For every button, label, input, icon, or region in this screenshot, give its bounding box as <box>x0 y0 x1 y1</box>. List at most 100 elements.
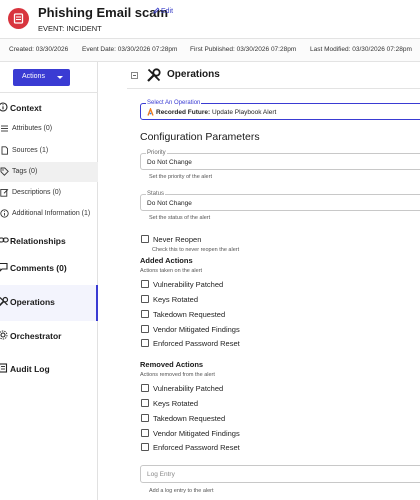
sidebar-section-comments[interactable]: Comments (0) <box>0 262 98 276</box>
checkbox[interactable] <box>141 414 149 422</box>
incident-header: Phishing Email scam Edit EVENT: INCIDENT <box>0 0 420 38</box>
checkbox-label: Enforced Password Reset <box>153 339 240 348</box>
sidebar-item-label: Attributes (0) <box>12 125 53 132</box>
checkbox-label: Vulnerability Patched <box>153 384 224 393</box>
checkbox-label: Takedown Requested <box>153 310 226 319</box>
log-icon <box>0 363 8 373</box>
page-title: Phishing Email scam <box>38 5 169 20</box>
config-title: Configuration Parameters <box>140 131 260 143</box>
added-action-checkbox[interactable]: Takedown Requested <box>140 309 400 321</box>
field-value: Recorded Future: Update Playbook Alert <box>156 109 276 116</box>
priority-hint: Set the priority of the alert <box>149 174 212 180</box>
sidebar-section-relationships[interactable]: Relationships <box>0 235 98 249</box>
checkbox[interactable] <box>141 310 149 318</box>
checkbox[interactable] <box>141 339 149 347</box>
field-label: Status <box>146 191 166 198</box>
removed-action-checkbox[interactable]: Keys Rotated <box>140 398 400 410</box>
incident-icon <box>8 8 29 29</box>
checkbox[interactable] <box>141 429 149 437</box>
removed-action-checkbox[interactable]: Takedown Requested <box>140 413 400 425</box>
field-placeholder: Log Entry <box>147 471 175 478</box>
operations-panel: Operations Select An Operation Recorded … <box>99 62 420 500</box>
sidebar-section-label: Orchestrator <box>10 331 62 341</box>
tag-icon <box>0 167 9 176</box>
added-actions-hint: Actions taken on the alert <box>140 268 203 274</box>
chevron-down-icon <box>57 76 63 79</box>
edit-icon <box>0 188 9 197</box>
removed-action-checkbox[interactable]: Enforced Password Reset <box>140 442 400 454</box>
tools-icon <box>147 68 161 82</box>
checkbox[interactable] <box>141 399 149 407</box>
field-label: Priority <box>146 150 167 157</box>
sidebar-section-label: Context <box>10 103 42 113</box>
checkbox[interactable] <box>141 280 149 288</box>
sidebar-section-label: Comments (0) <box>10 263 67 273</box>
log-entry-input[interactable]: Log Entry <box>140 465 420 483</box>
checkbox-label: Takedown Requested <box>153 414 226 423</box>
sidebar-item-attributes[interactable]: Attributes (0) <box>0 119 98 139</box>
pencil-icon <box>153 7 160 14</box>
orchestrator-icon <box>0 330 8 340</box>
never-reopen-checkbox[interactable]: Never Reopen <box>140 234 400 246</box>
checkbox-label: Vendor Mitigated Findings <box>153 325 240 334</box>
field-label: Select An Operation <box>146 100 202 107</box>
removed-action-checkbox[interactable]: Vendor Mitigated Findings <box>140 428 400 440</box>
edit-label: Edit <box>161 8 174 15</box>
sidebar-section-orchestrator[interactable]: Orchestrator <box>0 330 98 344</box>
sidebar-section-context[interactable]: Context <box>0 102 98 116</box>
integration-name: Recorded Future: <box>156 109 211 116</box>
document-icon <box>1 146 8 155</box>
sidebar-item-label: Sources (1) <box>12 147 49 154</box>
sidebar-item-descriptions[interactable]: Descriptions (0) <box>0 183 98 203</box>
collapse-toggle[interactable] <box>131 72 138 79</box>
list-icon <box>1 125 8 132</box>
added-actions-title: Added Actions <box>140 256 193 265</box>
never-reopen-hint: Check this to never reopen the alert <box>152 247 240 253</box>
event-type: EVENT: INCIDENT <box>38 24 102 33</box>
metadata-bar: Created: 03/30/2026 Event Date: 03/30/20… <box>0 38 420 62</box>
sidebar-section-label: Audit Log <box>10 364 50 374</box>
checkbox[interactable] <box>141 443 149 451</box>
divider <box>127 88 420 89</box>
info-circle-icon <box>0 102 8 112</box>
field-value: Do Not Change <box>147 200 192 207</box>
sidebar: Actions Context Attributes (0) Sources (… <box>0 62 98 500</box>
event-date: Event Date: 03/30/2026 07:28pm <box>82 46 178 53</box>
sidebar-item-additional-information[interactable]: Additional Information (1) <box>0 204 98 224</box>
sidebar-section-label: Operations <box>10 297 55 307</box>
added-action-checkbox[interactable]: Vulnerability Patched <box>140 279 400 291</box>
sidebar-section-audit-log[interactable]: Audit Log <box>0 363 98 377</box>
sidebar-item-label: Descriptions (0) <box>12 189 62 196</box>
checkbox-label: Keys Rotated <box>153 399 199 408</box>
sidebar-section-operations[interactable]: Operations <box>0 285 98 321</box>
field-value: Do Not Change <box>147 159 192 166</box>
actions-button[interactable]: Actions <box>13 69 70 86</box>
status-hint: Set the status of the alert <box>149 215 211 221</box>
tools-icon <box>0 296 9 307</box>
sidebar-item-label: Tags (0) <box>12 168 38 175</box>
created-date: Created: 03/30/2026 <box>9 46 69 53</box>
checkbox[interactable] <box>141 295 149 303</box>
edit-link[interactable]: Edit <box>153 7 173 15</box>
sidebar-item-label: Additional Information (1) <box>12 210 91 217</box>
removed-actions-title: Removed Actions <box>140 360 204 369</box>
checkbox[interactable] <box>141 384 149 392</box>
operation-select[interactable]: Select An Operation Recorded Future: Upd… <box>140 100 420 120</box>
recorded-future-logo-icon <box>147 108 154 116</box>
info-icon <box>0 209 9 218</box>
status-select[interactable]: Status Do Not Change <box>140 191 420 211</box>
sidebar-item-sources[interactable]: Sources (1) <box>0 141 98 161</box>
added-action-checkbox[interactable]: Keys Rotated <box>140 294 400 306</box>
checkbox-label: Vulnerability Patched <box>153 280 224 289</box>
added-action-checkbox[interactable]: Enforced Password Reset <box>140 338 400 350</box>
removed-action-checkbox[interactable]: Vulnerability Patched <box>140 383 400 395</box>
sidebar-item-tags[interactable]: Tags (0) <box>0 162 98 182</box>
priority-select[interactable]: Priority Do Not Change <box>140 150 420 170</box>
actions-label: Actions <box>22 73 45 80</box>
checkbox[interactable] <box>141 325 149 333</box>
added-action-checkbox[interactable]: Vendor Mitigated Findings <box>140 324 400 336</box>
section-title: Operations <box>167 69 220 80</box>
link-icon <box>0 237 9 243</box>
checkbox-label: Vendor Mitigated Findings <box>153 429 240 438</box>
checkbox[interactable] <box>141 235 149 243</box>
